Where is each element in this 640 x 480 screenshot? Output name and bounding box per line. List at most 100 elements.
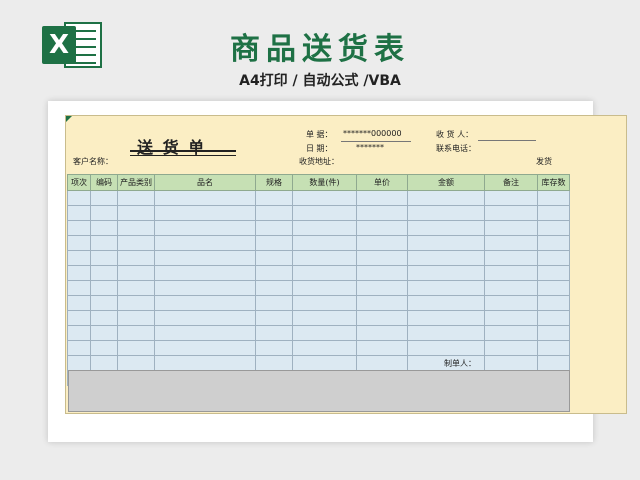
table-cell[interactable]: [537, 235, 570, 251]
table-cell[interactable]: [356, 265, 408, 281]
table-cell[interactable]: [117, 235, 155, 251]
table-cell[interactable]: [67, 310, 91, 326]
table-cell[interactable]: [292, 190, 357, 206]
table-cell[interactable]: [255, 355, 293, 371]
table-cell[interactable]: [356, 250, 408, 266]
table-cell[interactable]: [154, 340, 256, 356]
table-cell[interactable]: [67, 295, 91, 311]
table-cell[interactable]: [255, 280, 293, 296]
table-cell[interactable]: [484, 265, 538, 281]
table-cell[interactable]: [67, 205, 91, 221]
table-cell[interactable]: [117, 250, 155, 266]
table-cell[interactable]: [90, 265, 118, 281]
table-cell[interactable]: [255, 325, 293, 341]
table-cell[interactable]: [407, 310, 485, 326]
table-cell[interactable]: [407, 325, 485, 341]
table-cell[interactable]: [407, 295, 485, 311]
table-cell[interactable]: [356, 355, 408, 371]
table-cell[interactable]: [90, 355, 118, 371]
table-cell[interactable]: [537, 250, 570, 266]
table-cell[interactable]: [154, 220, 256, 236]
table-cell[interactable]: [67, 280, 91, 296]
table-cell[interactable]: [484, 190, 538, 206]
table-cell[interactable]: [292, 325, 357, 341]
table-cell[interactable]: [117, 295, 155, 311]
table-cell[interactable]: [90, 310, 118, 326]
table-cell[interactable]: [90, 250, 118, 266]
table-cell[interactable]: [407, 340, 485, 356]
table-cell[interactable]: [356, 325, 408, 341]
table-cell[interactable]: [484, 295, 538, 311]
table-cell[interactable]: [255, 310, 293, 326]
table-cell[interactable]: [407, 220, 485, 236]
table-cell[interactable]: [407, 265, 485, 281]
table-cell[interactable]: [90, 190, 118, 206]
table-cell[interactable]: [255, 340, 293, 356]
table-cell[interactable]: [154, 205, 256, 221]
table-cell[interactable]: [67, 235, 91, 251]
table-cell[interactable]: [356, 220, 408, 236]
table-cell[interactable]: [407, 235, 485, 251]
table-cell[interactable]: [67, 190, 91, 206]
table-cell[interactable]: [292, 355, 357, 371]
table-cell[interactable]: [255, 205, 293, 221]
table-cell[interactable]: [255, 220, 293, 236]
table-cell[interactable]: [255, 250, 293, 266]
table-cell[interactable]: [484, 280, 538, 296]
table-cell[interactable]: [117, 190, 155, 206]
table-cell[interactable]: [117, 355, 155, 371]
table-cell[interactable]: [154, 250, 256, 266]
table-cell[interactable]: [90, 340, 118, 356]
table-cell[interactable]: [292, 235, 357, 251]
table-cell[interactable]: [292, 340, 357, 356]
table-cell[interactable]: [356, 310, 408, 326]
table-cell[interactable]: [90, 325, 118, 341]
table-cell[interactable]: [117, 310, 155, 326]
table-cell[interactable]: [117, 265, 155, 281]
table-cell[interactable]: [255, 235, 293, 251]
table-cell[interactable]: [484, 325, 538, 341]
table-cell[interactable]: [537, 355, 570, 371]
table-cell[interactable]: [292, 265, 357, 281]
table-cell[interactable]: [356, 235, 408, 251]
table-cell[interactable]: [154, 280, 256, 296]
table-cell[interactable]: [484, 310, 538, 326]
table-cell[interactable]: [407, 250, 485, 266]
table-cell[interactable]: [484, 205, 538, 221]
table-cell[interactable]: [154, 310, 256, 326]
table-cell[interactable]: [117, 340, 155, 356]
table-cell[interactable]: [484, 250, 538, 266]
table-cell[interactable]: [537, 220, 570, 236]
table-cell[interactable]: [90, 235, 118, 251]
table-cell[interactable]: [117, 220, 155, 236]
table-cell[interactable]: [154, 295, 256, 311]
table-cell[interactable]: [154, 235, 256, 251]
table-cell[interactable]: [154, 190, 256, 206]
table-cell[interactable]: [255, 295, 293, 311]
table-cell[interactable]: [67, 340, 91, 356]
table-cell[interactable]: [67, 325, 91, 341]
table-cell[interactable]: [537, 310, 570, 326]
table-cell[interactable]: [67, 250, 91, 266]
table-cell[interactable]: [154, 325, 256, 341]
table-cell[interactable]: [537, 295, 570, 311]
table-cell[interactable]: [484, 235, 538, 251]
table-cell[interactable]: [407, 280, 485, 296]
table-cell[interactable]: [356, 340, 408, 356]
table-cell[interactable]: [537, 205, 570, 221]
table-cell[interactable]: [67, 220, 91, 236]
table-cell[interactable]: [90, 220, 118, 236]
table-cell[interactable]: [537, 340, 570, 356]
table-cell[interactable]: [537, 190, 570, 206]
table-cell[interactable]: [154, 265, 256, 281]
table-cell[interactable]: [356, 190, 408, 206]
table-cell[interactable]: [407, 190, 485, 206]
table-cell[interactable]: [255, 190, 293, 206]
table-cell[interactable]: [90, 205, 118, 221]
table-cell[interactable]: [292, 250, 357, 266]
table-cell[interactable]: [356, 280, 408, 296]
table-cell[interactable]: [407, 205, 485, 221]
table-cell[interactable]: [484, 220, 538, 236]
table-cell[interactable]: [292, 295, 357, 311]
table-cell[interactable]: [154, 355, 256, 371]
